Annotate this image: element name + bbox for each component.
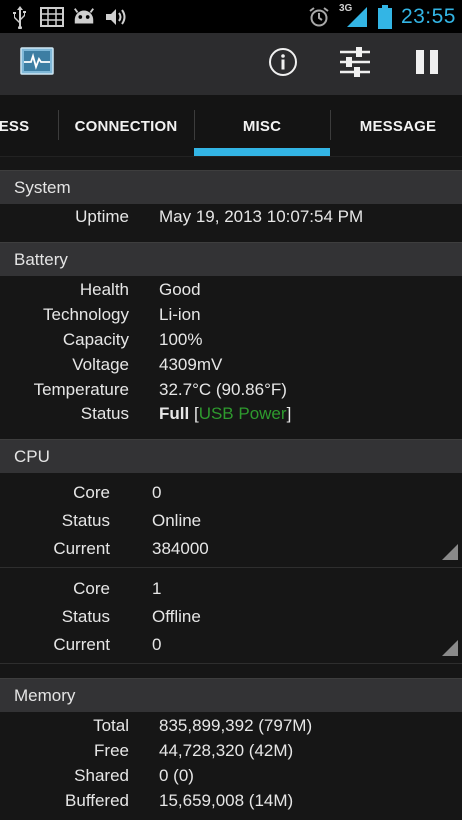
battery-status-label: Status [80,404,129,423]
core-value: 0 [152,483,162,502]
battery-status-value: Full [USB Power] [159,401,291,426]
buffered-value: 15,659,008 (14M) [159,791,294,810]
technology-value: Li-ion [159,305,201,324]
memory-row-shared: Shared 0 (0) [0,763,462,788]
current-label: Current [53,635,110,654]
volume-icon [104,5,128,29]
memory-row-buffered: Buffered 15,659,008 (14M) [0,788,462,813]
misc-content[interactable]: System Uptime May 19, 2013 10:07:54 PM B… [0,157,462,820]
usb-icon [8,5,32,29]
battery-row-voltage: Voltage 4309mV [0,352,462,377]
current-value: 0 [152,635,162,654]
info-button[interactable] [264,45,302,83]
system-row-uptime: Uptime May 19, 2013 10:07:54 PM [0,204,462,229]
section-header-memory: Memory [0,678,462,712]
battery-row-health: Health Good [0,277,462,302]
signal-icon: 3G [338,3,369,29]
battery-row-technology: Technology Li-ion [0,302,462,327]
settings-button[interactable] [336,45,374,83]
status-label: Status [61,511,110,530]
tab-process[interactable]: ESS [0,95,58,157]
tab-connection[interactable]: CONNECTION [58,95,194,157]
voltage-value: 4309mV [159,355,223,374]
pause-icon [414,49,440,80]
cpu-divider [0,663,462,664]
alarm-icon [307,5,331,29]
cpu0-row-current[interactable]: Current 384000 [0,535,462,563]
battery-status-full: Full [159,404,190,423]
battery-row-temperature: Temperature 32.7°C (90.86°F) [0,377,462,402]
section-header-system: System [0,170,462,204]
total-label: Total [93,716,129,735]
app-logo-icon[interactable] [20,47,54,77]
system-icons: 3G 23:55 [307,3,456,31]
battery-row-capacity: Capacity 100% [0,327,462,352]
voltage-label: Voltage [72,355,129,374]
current-label: Current [53,539,110,558]
memory-row-total: Total 835,899,392 (797M) [0,713,462,738]
current-value: 384000 [152,539,209,558]
cpu-divider [0,567,462,568]
expand-corner-icon[interactable] [442,544,458,560]
free-label: Free [94,741,129,760]
core-label: Core [73,483,110,502]
clock: 23:55 [400,5,456,28]
uptime-value: May 19, 2013 10:07:54 PM [159,207,364,226]
pause-button[interactable] [408,45,446,83]
selected-tab-indicator [194,148,330,156]
status-value: Online [152,511,202,530]
section-header-cpu: CPU [0,439,462,473]
section-header-battery: Battery [0,242,462,276]
temperature-value: 32.7°C (90.86°F) [159,380,287,399]
info-icon [268,47,298,82]
shared-value: 0 (0) [159,766,194,785]
battery-icon [377,5,393,29]
capacity-value: 100% [159,330,203,349]
tab-message[interactable]: MESSAGE [330,95,462,157]
memory-row-free: Free 44,728,320 (42M) [0,738,462,763]
keyboard-icon [40,5,64,29]
temperature-label: Temperature [33,380,129,399]
status-label: Status [61,607,110,626]
cpu1-row-core: Core 1 [0,575,462,603]
capacity-label: Capacity [62,330,129,349]
buffered-label: Buffered [65,791,129,810]
android-icon [72,5,96,29]
network-type: 3G [338,3,353,14]
action-bar [0,33,462,95]
status-value: Offline [152,607,201,626]
cpu1-row-status: Status Offline [0,603,462,631]
technology-label: Technology [42,305,129,324]
health-label: Health [79,280,129,299]
core-value: 1 [152,579,162,598]
free-value: 44,728,320 (42M) [159,741,294,760]
cpu0-row-core: Core 0 [0,479,462,507]
expand-corner-icon[interactable] [442,640,458,656]
bracket-close: ] [286,404,292,423]
settings-sliders-icon [338,46,372,83]
total-value: 835,899,392 (797M) [159,716,313,735]
health-value: Good [159,280,201,299]
status-bar: 3G 23:55 [0,0,462,33]
cpu1-row-current[interactable]: Current 0 [0,631,462,659]
battery-row-status: Status Full [USB Power] [0,401,462,426]
shared-label: Shared [74,766,129,785]
uptime-label: Uptime [75,207,129,226]
core-label: Core [73,579,110,598]
notification-icons [8,4,128,30]
power-source: USB Power [198,404,287,423]
cpu0-row-status: Status Online [0,507,462,535]
